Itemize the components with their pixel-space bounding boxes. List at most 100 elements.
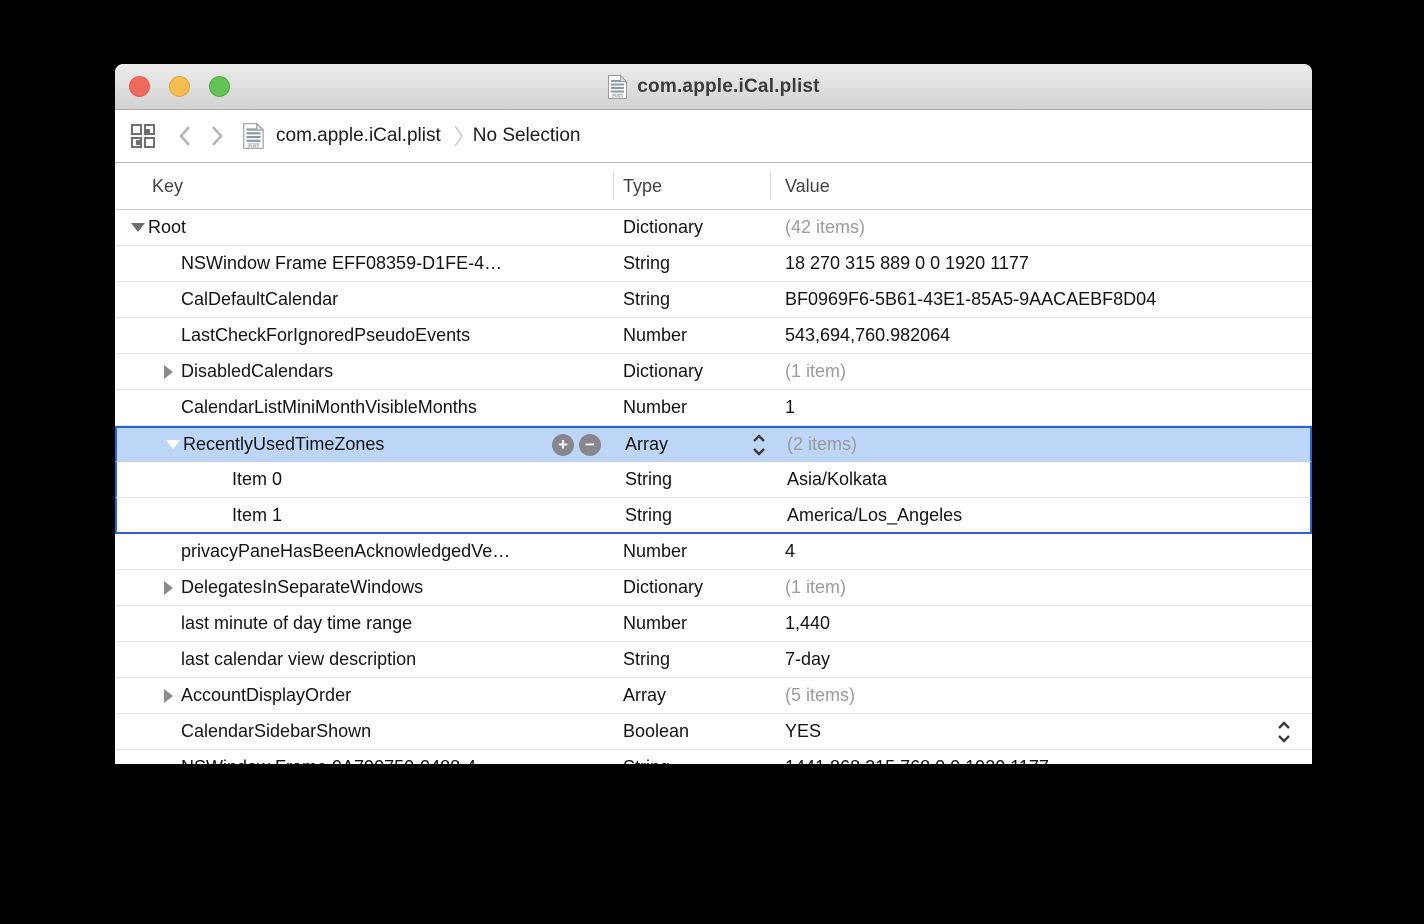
remove-row-button[interactable]: − (579, 434, 601, 456)
table-row[interactable]: CalendarListMiniMonthVisibleMonths Number… (115, 390, 1312, 426)
value-cell: 1 (770, 390, 1312, 425)
value-cell: 4 (770, 534, 1312, 569)
value-label: (5 items) (785, 685, 855, 706)
breadcrumb-selection[interactable]: No Selection (473, 125, 581, 147)
disclosure-toggle[interactable] (164, 365, 181, 379)
key-cell: CalendarListMiniMonthVisibleMonths (115, 390, 613, 425)
breadcrumb-file[interactable]: com.apple.iCal.plist (276, 125, 441, 147)
value-label: 1441 868 315 768 0 0 1920 1177 (785, 757, 1049, 764)
table-row[interactable]: last minute of day time range Number 1,440 (115, 606, 1312, 642)
type-label: String (623, 289, 670, 310)
type-label: String (623, 757, 670, 764)
type-cell: Array (615, 428, 772, 461)
desktop-background: PLIST com.apple.iCal.plist (0, 0, 1424, 924)
key-label: DisabledCalendars (181, 361, 333, 382)
disclosure-expanded-icon[interactable] (131, 223, 145, 232)
value-label: (1 item) (785, 361, 846, 382)
disclosure-toggle[interactable] (164, 689, 181, 703)
table-row[interactable]: last calendar view descriptionString7-da… (115, 642, 1312, 678)
table-row[interactable]: RecentlyUsedTimeZones +− Array (2 items) (115, 426, 1312, 462)
type-label: Number (623, 397, 687, 418)
key-cell: DelegatesInSeparateWindows (115, 570, 613, 605)
table-row[interactable]: AccountDisplayOrder Array (5 items) (115, 678, 1312, 714)
table-row[interactable]: privacyPaneHasBeenAcknowledgedVe…Number4 (115, 534, 1312, 570)
disclosure-collapsed-icon[interactable] (164, 365, 173, 379)
type-cell: Boolean (613, 714, 770, 749)
key-label: NSWindow Frame 9A790750-9488-4… (181, 757, 494, 764)
table-row[interactable]: Item 1StringAmerica/Los_Angeles (115, 498, 1312, 534)
back-button[interactable] (178, 125, 192, 147)
key-cell: RecentlyUsedTimeZones +− (117, 428, 615, 461)
value-label: 18 270 315 889 0 0 1920 1177 (785, 253, 1029, 274)
table-row[interactable]: CalDefaultCalendar String BF0969F6-5B61-43… (115, 282, 1312, 318)
table-row[interactable]: CalendarSidebarShownBooleanYES (115, 714, 1312, 750)
type-label: Array (625, 434, 668, 455)
key-label: RecentlyUsedTimeZones (183, 434, 384, 455)
type-cell: Number (613, 390, 770, 425)
disclosure-toggle[interactable] (131, 223, 148, 232)
table-row[interactable]: LastCheckForIgnoredPseudoEventsNumber543… (115, 318, 1312, 354)
type-label: String (623, 253, 670, 274)
type-label: Dictionary (623, 361, 703, 382)
value-cell: (1 item) (770, 354, 1312, 389)
table-row[interactable]: DisabledCalendars Dictionary (1 item) (115, 354, 1312, 390)
value-cell: 7-day (770, 642, 1312, 677)
type-cell: Array (613, 678, 770, 713)
disclosure-collapsed-icon[interactable] (164, 581, 173, 595)
key-label: Item 0 (232, 469, 282, 490)
key-cell: Root (115, 210, 613, 245)
plist-file-icon: PLIST (607, 74, 628, 100)
disclosure-expanded-icon[interactable] (166, 440, 180, 449)
column-divider[interactable] (770, 172, 771, 200)
column-divider[interactable] (613, 172, 614, 200)
type-cell: String (613, 642, 770, 677)
type-label: Number (623, 541, 687, 562)
type-label: Number (623, 613, 687, 634)
column-header-key[interactable]: Key (115, 176, 613, 197)
forward-button[interactable] (210, 125, 224, 147)
key-label: last minute of day time range (181, 613, 412, 634)
column-header-value[interactable]: Value (770, 176, 1312, 197)
add-row-button[interactable]: + (552, 434, 574, 456)
value-label: America/Los_Angeles (787, 505, 962, 526)
value-label: 1,440 (785, 613, 830, 634)
type-stepper-icon[interactable] (751, 433, 767, 457)
key-cell: AccountDisplayOrder (115, 678, 613, 713)
key-cell: CalDefaultCalendar (115, 282, 613, 317)
table-body: RootDictionary(42 items)NSWindow Frame E… (115, 210, 1312, 764)
type-cell: String (615, 498, 772, 532)
titlebar[interactable]: PLIST com.apple.iCal.plist (115, 64, 1312, 110)
value-stepper-icon[interactable] (1276, 720, 1292, 744)
value-cell: (2 items) (772, 428, 1310, 461)
column-header-type[interactable]: Type (613, 176, 770, 197)
disclosure-toggle[interactable] (166, 440, 183, 449)
table-row[interactable]: RootDictionary(42 items) (115, 210, 1312, 246)
key-label: DelegatesInSeparateWindows (181, 577, 423, 598)
table-row[interactable]: NSWindow Frame EFF08359-D1FE-4…String18 … (115, 246, 1312, 282)
type-cell: Dictionary (613, 570, 770, 605)
svg-text:PLIST: PLIST (613, 94, 622, 98)
value-cell: (42 items) (770, 210, 1312, 245)
value-cell: 1441 868 315 768 0 0 1920 1177 (770, 750, 1312, 764)
value-label: YES (785, 721, 821, 742)
disclosure-collapsed-icon[interactable] (164, 689, 173, 703)
type-cell: String (613, 750, 770, 764)
value-cell: YES (770, 714, 1312, 749)
value-cell: BF0969F6-5B61-43E1-85A5-9AACAEBF8D04 (770, 282, 1312, 317)
table-row[interactable]: NSWindow Frame 9A790750-9488-4… String 144… (115, 750, 1312, 764)
disclosure-toggle[interactable] (164, 581, 181, 595)
key-label: LastCheckForIgnoredPseudoEvents (181, 325, 470, 346)
related-items-icon[interactable] (130, 123, 156, 149)
jump-bar: PLIST com.apple.iCal.plist No Selection (115, 110, 1312, 163)
table-row[interactable]: Item 0StringAsia/Kolkata (115, 462, 1312, 498)
type-cell: Number (613, 534, 770, 569)
type-label: Boolean (623, 721, 689, 742)
key-label: AccountDisplayOrder (181, 685, 351, 706)
type-label: String (625, 505, 672, 526)
value-cell: Asia/Kolkata (772, 462, 1310, 497)
value-label: 7-day (785, 649, 830, 670)
value-label: 4 (785, 541, 795, 562)
value-label: BF0969F6-5B61-43E1-85A5-9AACAEBF8D04 (785, 289, 1156, 310)
table-row[interactable]: DelegatesInSeparateWindowsDictionary(1 i… (115, 570, 1312, 606)
type-label: Dictionary (623, 577, 703, 598)
